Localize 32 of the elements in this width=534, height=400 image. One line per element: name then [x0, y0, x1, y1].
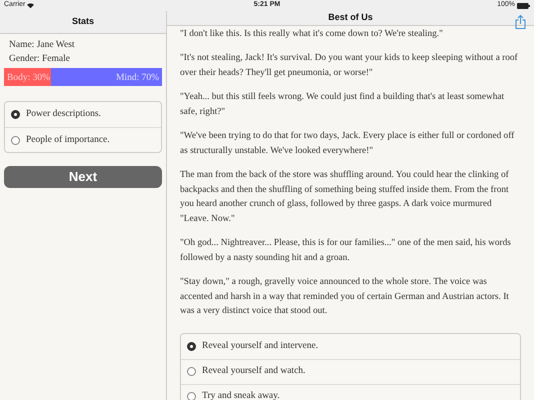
- next-button[interactable]: Next: [4, 166, 162, 188]
- story-paragraph: "Yeah... but this still feels wrong. We could just find a building that's at least somewhat safe, right?": [180, 91, 506, 118]
- share-icon[interactable]: [515, 15, 526, 29]
- story-paragraph: "We've been trying to do that for two days, Jack. Every place is either full or cordoned off as structurally unstable. We've looked everywhere!": [180, 130, 516, 158]
- battery-icon: [517, 2, 530, 8]
- story-paragraph: "Stay down," a rough, gravelly voice announced to the whole store. The voice was accented and harsh in a way that reminded you of certain German and Austrian actors. It was a very distinct voice that stood out.: [180, 276, 510, 318]
- body-label: Body: 30%: [7, 72, 50, 85]
- nav-title: Stats: [72, 15, 94, 28]
- radio-button[interactable]: [187, 367, 196, 376]
- nav-title: Best of Us: [328, 11, 373, 24]
- option-label: Try and sneak away.: [202, 390, 280, 400]
- story-paragraph: "I don't like this. Is this really what it's come down to? We're stealing.": [180, 28, 444, 40]
- option-item[interactable]: Power descriptions.: [5, 102, 161, 127]
- radio-button[interactable]: [11, 110, 20, 119]
- option-label: Reveal yourself and watch.: [202, 365, 306, 378]
- option-item[interactable]: Try and sneak away.: [181, 384, 520, 400]
- story-paragraph: The man from the back of the store was shuffling around. You could hear the clinking of backpacks and then the shuffling of something being stuffed inside them. From the front you heard another crunch of glass, followed by three gasps. A dark voice murmured "Leave. Now.": [180, 169, 510, 226]
- story-paragraph: "It's not stealing, Jack! It's survival. Do you want your kids to keep sleeping without a roof over their heads? They'll get pneumonia, or worse!": [180, 52, 519, 80]
- option-label: Reveal yourself and intervene.: [202, 340, 318, 353]
- option-item[interactable]: People of importance.: [5, 127, 161, 152]
- option-item[interactable]: Reveal yourself and intervene.: [181, 334, 520, 358]
- radio-button[interactable]: [11, 136, 20, 144]
- radio-button[interactable]: [187, 392, 196, 400]
- story-paragraph: "Oh god... Nightreaver... Please, this is for our families..." one of the men said, his words followed by a nasty sounding hit and a groan.: [180, 237, 512, 264]
- wifi-icon: [27, 2, 34, 8]
- radio-button[interactable]: [187, 342, 196, 350]
- gender-text: Gender: Female: [8, 53, 71, 66]
- option-item[interactable]: Reveal yourself and watch.: [181, 358, 520, 384]
- mind-label: Mind: 70%: [116, 72, 159, 85]
- name-text: Name: Jane West: [8, 39, 76, 52]
- option-label: Power descriptions.: [26, 108, 101, 122]
- option-label: People of importance.: [26, 134, 110, 147]
